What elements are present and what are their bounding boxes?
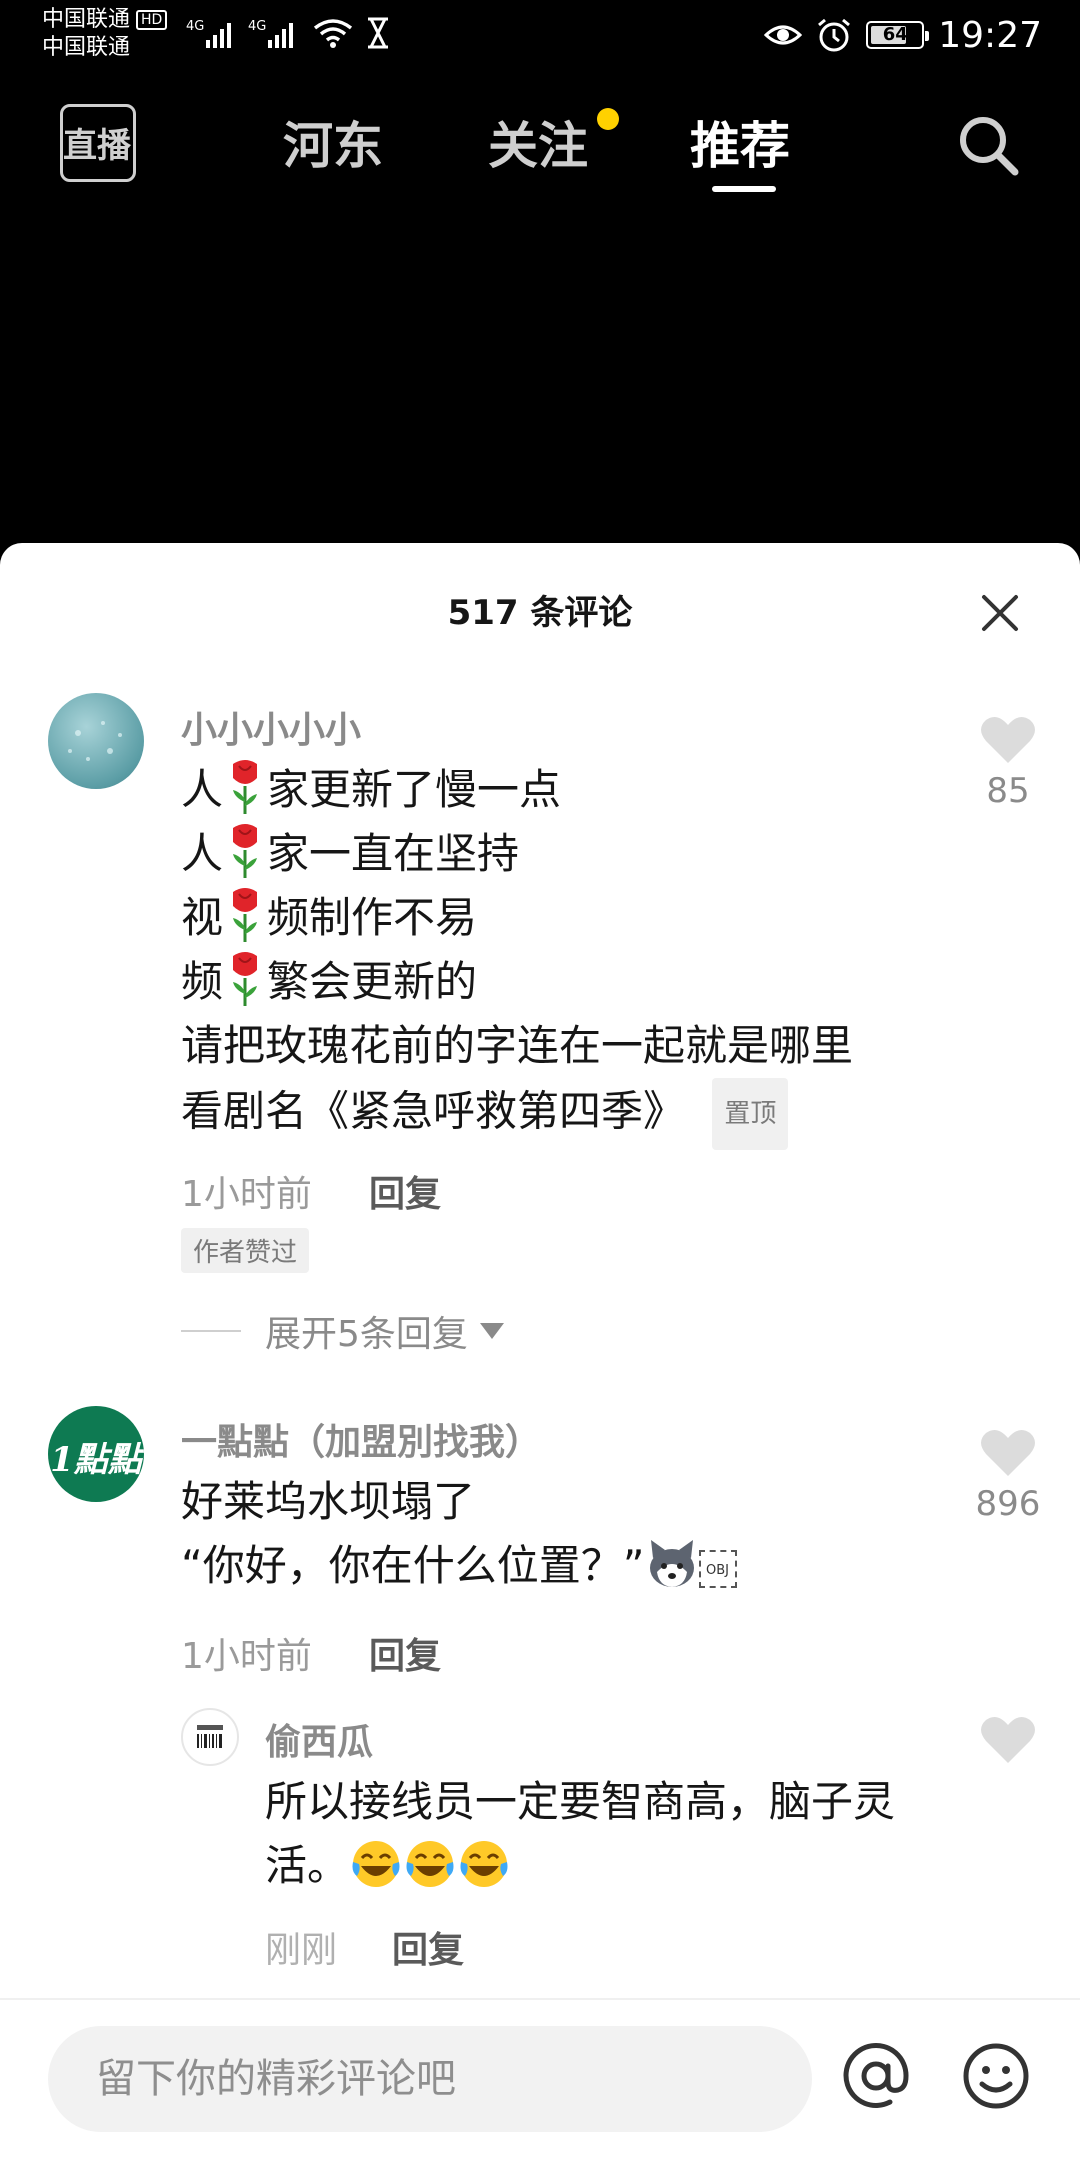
status-right: 64 19:27	[764, 10, 1042, 60]
expand-replies-button[interactable]: 展开5条回复	[181, 1305, 504, 1357]
comment-line: 好莱坞水坝塌了	[181, 1477, 476, 1526]
like-button[interactable]	[978, 715, 1038, 765]
network-label-2: 4G	[248, 19, 266, 34]
reply-username[interactable]: 偷西瓜	[265, 1713, 373, 1765]
reply-button[interactable]: 回复	[392, 1921, 464, 1973]
like-count: 85	[986, 771, 1030, 811]
tab-follow[interactable]: 关注	[488, 106, 588, 178]
battery-icon: 64	[866, 21, 930, 49]
heart-icon	[981, 716, 1035, 763]
at-mention-icon[interactable]	[840, 2040, 912, 2112]
carrier-2: 中国联通	[42, 35, 131, 60]
live-label: 直播	[63, 126, 131, 166]
clock: 19:27	[938, 14, 1042, 56]
avatar[interactable]	[48, 693, 144, 789]
signal-icon-2: 4G	[248, 19, 293, 48]
comment-line: 看剧名《紧急呼救第四季》 置顶	[181, 1078, 789, 1150]
close-icon[interactable]	[980, 593, 1020, 633]
comment-line: 人家一直在坚持	[181, 822, 519, 886]
comment-time: 1小时前	[181, 1174, 312, 1215]
avatar[interactable]: 1點點	[48, 1406, 144, 1502]
reply-line: 所以接线员一定要智商高，脑子灵	[265, 1777, 896, 1826]
rose-emoji-icon	[233, 824, 258, 878]
alarm-icon	[818, 18, 851, 52]
expand-replies-label: 展开5条回复	[265, 1314, 468, 1355]
obj-placeholder-icon: OBJ	[698, 1549, 737, 1588]
laughing-tears-emoji-icon	[352, 1841, 400, 1887]
comment-input-bar	[0, 1998, 1080, 2162]
like-count: 896	[975, 1484, 1041, 1524]
comment-input[interactable]	[48, 2026, 812, 2132]
follow-notification-dot	[597, 108, 619, 130]
chevron-down-icon	[479, 1323, 504, 1339]
avatar-droplets	[68, 721, 122, 761]
reply-button[interactable]: 回复	[369, 1627, 441, 1679]
tab-recommend[interactable]: 推荐	[690, 106, 790, 178]
hourglass-icon	[368, 17, 388, 49]
reply-time: 刚刚	[265, 1930, 338, 1971]
carrier-1: 中国联通	[42, 7, 131, 32]
comment-line: “你好，你在什么位置？” OBJ	[181, 1534, 737, 1598]
battery-level: 64	[882, 24, 908, 45]
top-nav: 直播 河东 关注 推荐	[0, 90, 1080, 200]
reply-line: 活。	[265, 1834, 511, 1898]
search-icon[interactable]	[955, 112, 1021, 178]
like-button[interactable]	[978, 1428, 1038, 1478]
active-tab-indicator	[712, 186, 776, 192]
rose-emoji-icon	[233, 760, 258, 814]
comment-line: 视频制作不易	[181, 886, 477, 950]
comment-time: 1小时前	[181, 1636, 312, 1677]
wifi-icon	[313, 19, 353, 48]
comments-count-title: 517 条评论	[447, 593, 633, 633]
live-button[interactable]: 直播	[60, 104, 136, 182]
reply-button[interactable]: 回复	[369, 1165, 441, 1217]
divider	[181, 1330, 241, 1332]
comments-sheet: 517 条评论 小小小小小 人家更新了慢一点 人家一直在坚持 视频制作不易 频繁…	[0, 543, 1080, 2160]
like-button[interactable]	[978, 1715, 1038, 1765]
tab-hedong[interactable]: 河东	[283, 106, 383, 178]
signal-icon: 4G	[186, 19, 231, 48]
pinned-badge: 置顶	[712, 1078, 789, 1150]
eye-icon	[764, 25, 803, 45]
heart-icon	[981, 1716, 1035, 1763]
author-liked-badge-wrap: 作者赞过	[181, 1228, 310, 1273]
network-label-1: 4G	[186, 19, 204, 34]
heart-icon	[981, 1429, 1035, 1476]
comment-username[interactable]: 小小小小小	[181, 701, 361, 753]
carrier-info: 中国联通 HD 中国联通	[42, 6, 168, 62]
comment-line: 人家更新了慢一点	[181, 758, 561, 822]
comment-line: 频繁会更新的	[181, 950, 477, 1014]
avatar[interactable]	[181, 1708, 239, 1766]
author-liked-badge: 作者赞过	[181, 1228, 310, 1273]
comment-username[interactable]: 一點點（加盟別找我）	[181, 1413, 541, 1465]
comment-line: 请把玫瑰花前的字连在一起就是哪里	[181, 1021, 854, 1070]
rose-emoji-icon	[233, 952, 258, 1006]
avatar-logo-text: 1點點	[50, 1440, 142, 1480]
barcode-avatar-icon	[197, 1725, 223, 1748]
laughing-tears-emoji-icon	[460, 1841, 508, 1887]
status-bar: 中国联通 HD 中国联通 4G 4G 64 19:27	[0, 0, 1080, 70]
emoji-icon[interactable]	[960, 2040, 1032, 2112]
laughing-tears-emoji-icon	[406, 1841, 454, 1887]
hd-badge: HD	[136, 10, 168, 30]
husky-emoji-icon	[649, 1540, 694, 1587]
rose-emoji-icon	[233, 888, 258, 942]
